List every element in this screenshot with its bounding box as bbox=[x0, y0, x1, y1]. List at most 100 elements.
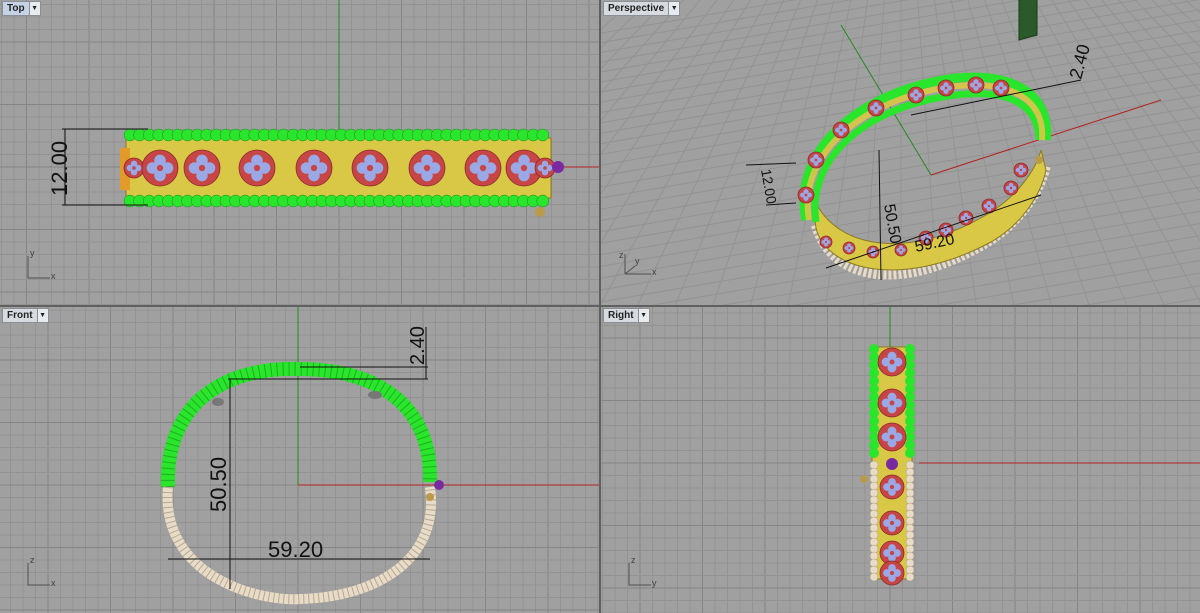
clover-petal bbox=[1015, 167, 1021, 173]
clasp-pin bbox=[535, 207, 545, 217]
axis-label-vertical: z bbox=[631, 555, 636, 565]
clover-center bbox=[874, 106, 878, 110]
viewport-front[interactable]: 2.40 50.50 59.20 Front ▼ z x bbox=[0, 306, 600, 613]
dropdown-arrow-icon[interactable]: ▼ bbox=[668, 2, 680, 15]
clover-motif bbox=[797, 186, 815, 204]
clover-motif bbox=[123, 157, 145, 179]
clover-motif bbox=[819, 235, 833, 249]
clover-motif bbox=[879, 510, 905, 536]
clover-center bbox=[964, 216, 968, 220]
viewport-label: Perspective bbox=[608, 3, 665, 14]
grid-line bbox=[1017, 0, 1165, 305]
axis-label-mid: y bbox=[635, 256, 640, 266]
axis-indicator-lines bbox=[27, 563, 50, 586]
clover-petal bbox=[413, 162, 426, 174]
clover-petal bbox=[146, 162, 159, 174]
clover-petal bbox=[537, 164, 544, 172]
gem bbox=[434, 480, 444, 490]
clover-petal bbox=[821, 240, 826, 244]
viewport-layout: 12.00 Top ▼ y x 2.40 12.00 50.50 59.20 Pers… bbox=[0, 0, 1200, 613]
viewport-label: Front bbox=[7, 310, 33, 321]
clover-motif bbox=[877, 388, 907, 418]
viewport-right[interactable]: Right ▼ z y bbox=[600, 306, 1200, 613]
viewport-perspective-canvas[interactable]: 2.4012.0050.50 59.20 bbox=[601, 0, 1200, 305]
clover-petal bbox=[970, 82, 976, 88]
viewport-top-canvas[interactable]: 12.00 bbox=[0, 0, 599, 305]
clover-petal bbox=[896, 248, 901, 252]
viewport-top[interactable]: 12.00 Top ▼ y x bbox=[0, 0, 600, 306]
viewport-label: Right bbox=[608, 310, 634, 321]
bangle-perspective bbox=[797, 0, 1052, 280]
clover-motif bbox=[937, 79, 955, 97]
clover-motif bbox=[1003, 180, 1019, 196]
axis-indicator-lines bbox=[628, 563, 651, 586]
clover-center bbox=[944, 228, 948, 232]
clasp-face bbox=[1018, 0, 1038, 41]
viewport-tab-top[interactable]: Top ▼ bbox=[2, 1, 41, 16]
viewport-right-canvas[interactable] bbox=[601, 307, 1200, 613]
bead bbox=[536, 194, 550, 208]
clover-center bbox=[824, 240, 828, 244]
viewport-front-canvas[interactable]: 2.40 50.50 59.20 bbox=[0, 307, 599, 613]
dimension-label: 50.50 bbox=[880, 203, 904, 245]
clover-center bbox=[543, 166, 547, 170]
clover-center bbox=[423, 164, 431, 172]
dimension-label: 12.00 bbox=[758, 168, 780, 205]
axis-indicator-lines bbox=[27, 256, 50, 279]
clover-motif bbox=[907, 86, 925, 104]
clover-petal bbox=[300, 162, 313, 174]
clover-petal bbox=[800, 192, 806, 198]
axis-label-horizontal: x bbox=[51, 578, 56, 588]
clover-petal bbox=[356, 162, 369, 174]
axis-label-vertical: z bbox=[619, 250, 624, 260]
clasp-pin bbox=[426, 493, 434, 501]
clover-motif bbox=[408, 149, 446, 187]
axis-indicator: y x bbox=[22, 248, 62, 284]
axis-label-horizontal: x bbox=[51, 271, 56, 281]
grid bbox=[0, 307, 599, 613]
clover-motif bbox=[832, 121, 850, 139]
clover-motif bbox=[842, 241, 856, 255]
clover-center bbox=[899, 248, 903, 252]
clover-motif bbox=[879, 474, 905, 500]
viewport-tab-right[interactable]: Right ▼ bbox=[603, 308, 650, 323]
gem bbox=[552, 161, 564, 173]
clover-motif bbox=[958, 210, 974, 226]
clover-center bbox=[520, 164, 528, 172]
clasp-pin bbox=[1035, 156, 1043, 164]
dropdown-arrow-icon[interactable]: ▼ bbox=[637, 309, 649, 322]
viewport-perspective[interactable]: 2.40 12.00 50.50 59.20 Perspective ▼ z y x bbox=[600, 0, 1200, 306]
clover-center bbox=[1009, 186, 1013, 190]
axis-label-horizontal: y bbox=[652, 578, 657, 588]
dropdown-arrow-icon[interactable]: ▼ bbox=[28, 2, 40, 15]
clover-center bbox=[914, 93, 918, 97]
clover-motif bbox=[992, 79, 1010, 97]
clover-petal bbox=[881, 357, 891, 367]
clover-motif bbox=[295, 149, 333, 187]
clover-motif bbox=[967, 76, 985, 94]
dimension-label: 12.00 bbox=[47, 141, 72, 196]
clover-center bbox=[974, 83, 978, 87]
clover-motif bbox=[879, 560, 905, 586]
clover-center bbox=[479, 164, 487, 172]
axis-label-vertical: y bbox=[30, 248, 35, 258]
clover-petal bbox=[243, 162, 256, 174]
bead bbox=[869, 448, 879, 458]
clover-petal bbox=[881, 398, 891, 408]
clover-center bbox=[889, 520, 895, 526]
clover-petal bbox=[881, 432, 891, 442]
clover-center bbox=[132, 166, 136, 170]
clover-petal bbox=[883, 519, 891, 527]
clover-petal bbox=[510, 162, 523, 174]
clover-center bbox=[839, 128, 843, 132]
clover-motif bbox=[877, 422, 907, 452]
viewport-tab-perspective[interactable]: Perspective ▼ bbox=[603, 1, 681, 16]
dropdown-arrow-icon[interactable]: ▼ bbox=[36, 309, 48, 322]
clasp-pin bbox=[860, 475, 868, 483]
clover-center bbox=[944, 86, 948, 90]
viewport-tab-front[interactable]: Front ▼ bbox=[2, 308, 49, 323]
clover-petal bbox=[844, 246, 849, 250]
axis-label-vertical: z bbox=[30, 555, 35, 565]
clover-center bbox=[889, 359, 895, 365]
clover-motif bbox=[238, 149, 276, 187]
